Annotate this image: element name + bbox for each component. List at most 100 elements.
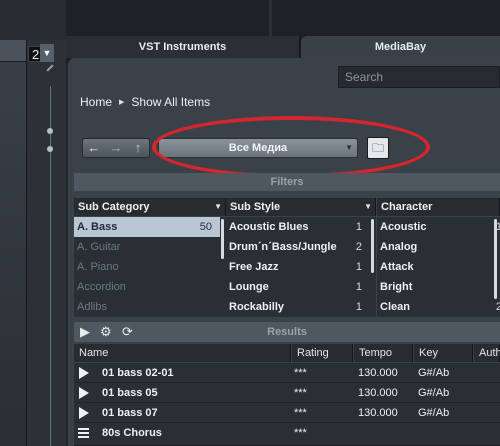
play-icon[interactable] — [79, 407, 89, 419]
item-label: Attack — [380, 261, 414, 273]
marker-dot[interactable] — [47, 128, 53, 134]
list-item[interactable]: A. Piano — [74, 257, 220, 277]
list-item[interactable]: Clean 2 — [377, 297, 500, 317]
chevron-right-icon: ▶ — [119, 99, 125, 106]
item-label: Free Jazz — [229, 261, 279, 273]
result-rating[interactable]: *** — [294, 403, 307, 423]
list-item[interactable]: Acoustic Blues 1 — [226, 217, 370, 237]
item-count: 1 — [355, 261, 362, 273]
column-header-key[interactable]: Key — [414, 344, 473, 362]
result-name: 80s Chorus — [102, 427, 162, 439]
chevron-down-icon[interactable]: ▼ — [40, 44, 54, 62]
list-item[interactable]: Attack — [377, 257, 500, 277]
filter-header-sub-style[interactable]: Sub Style ▼ — [226, 198, 376, 216]
column-header-author[interactable]: Auth — [474, 344, 500, 362]
list-item[interactable]: Analog — [377, 237, 500, 257]
play-icon[interactable] — [79, 367, 89, 379]
list-item[interactable]: A. Bass 50 — [74, 217, 220, 237]
column-divider — [269, 0, 272, 36]
navigation-buttons: ← → ↑ — [82, 138, 150, 158]
table-row[interactable]: 01 bass 07 *** 130.000 G#/Ab — [74, 403, 500, 423]
column-header-name[interactable]: Name — [74, 344, 291, 362]
column-header-label: Sub Style — [230, 201, 281, 213]
results-title: Results — [267, 326, 307, 338]
list-item[interactable]: Free Jazz 1 — [226, 257, 370, 277]
marker-dot[interactable] — [47, 146, 53, 152]
item-label: Rockabilly — [229, 301, 285, 313]
chevron-down-icon[interactable]: ▼ — [214, 198, 222, 216]
item-label: Drum´n´Bass/Jungle — [229, 241, 337, 253]
top-bar — [66, 0, 500, 36]
breadcrumb-home[interactable]: Home — [80, 95, 112, 109]
result-key: G#/Ab — [418, 387, 450, 399]
result-tempo: 130.000 — [358, 387, 398, 399]
item-label: Lounge — [229, 281, 269, 293]
item-count: 2 — [495, 301, 500, 313]
list-item[interactable]: Accordion — [74, 277, 220, 297]
column-header-label: Sub Category — [78, 201, 150, 213]
filter-list-character: Acoustic 1 Analog Attack Bright Clean 2 — [377, 217, 500, 317]
scrollbar-thumb[interactable] — [371, 219, 374, 273]
item-label: Clean — [380, 301, 410, 313]
column-header-label: Character — [381, 201, 433, 213]
list-item[interactable]: Lounge 1 — [226, 277, 370, 297]
list-item[interactable]: Bright — [377, 277, 500, 297]
forward-arrow-icon[interactable]: → — [105, 139, 127, 157]
result-tempo: 130.000 — [358, 407, 398, 419]
list-item[interactable]: Drum´n´Bass/Jungle 2 — [226, 237, 370, 257]
table-row[interactable]: 01 bass 02-01 *** 130.000 G#/Ab — [74, 363, 500, 383]
ruler-column — [26, 40, 66, 446]
result-name: 01 bass 05 — [102, 387, 158, 399]
table-row[interactable]: 80s Chorus *** — [74, 423, 500, 446]
tab-vst-instruments[interactable]: VST Instruments — [66, 36, 300, 58]
result-rating[interactable]: *** — [294, 423, 307, 443]
filter-header-character[interactable]: Character — [377, 198, 500, 216]
column-header-rating[interactable]: Rating — [292, 344, 353, 362]
play-icon[interactable]: ▶ — [80, 324, 90, 340]
result-rating[interactable]: *** — [294, 383, 307, 403]
cursor-line — [50, 86, 51, 446]
gear-icon[interactable]: ⚙ — [100, 324, 112, 340]
item-label: Acoustic — [380, 221, 427, 233]
scrollbar-thumb[interactable] — [221, 219, 224, 259]
chevron-down-icon[interactable]: ▼ — [364, 198, 372, 216]
result-key: G#/Ab — [418, 367, 450, 379]
list-item[interactable]: Acoustic 1 — [377, 217, 500, 237]
item-label: Analog — [380, 241, 418, 253]
table-row[interactable]: 01 bass 05 *** 130.000 G#/Ab — [74, 383, 500, 403]
item-label: A. Bass — [77, 221, 118, 233]
item-count: 50 — [199, 221, 212, 233]
scrollbar-thumb[interactable] — [494, 219, 497, 299]
breadcrumb: Home ▶ Show All Items — [80, 95, 210, 111]
refresh-icon[interactable]: ⟳ — [122, 324, 133, 340]
tab-mediabay[interactable]: MediaBay — [301, 36, 500, 58]
result-tempo: 130.000 — [358, 367, 398, 379]
item-label: A. Guitar — [77, 241, 121, 253]
filter-list-sub-style: Acoustic Blues 1 Drum´n´Bass/Jungle 2 Free… — [226, 217, 370, 317]
back-arrow-icon[interactable]: ← — [83, 139, 105, 157]
highlight-ellipse — [152, 116, 430, 178]
item-count: 1 — [355, 221, 362, 233]
up-arrow-icon[interactable]: ↑ — [127, 139, 149, 157]
list-item[interactable]: A. Guitar — [74, 237, 220, 257]
item-label: Adlibs — [77, 301, 107, 313]
result-rating[interactable]: *** — [294, 363, 307, 383]
column-header-tempo[interactable]: Tempo — [354, 344, 413, 362]
result-key: G#/Ab — [418, 407, 450, 419]
filters-header[interactable]: Filters — [74, 173, 500, 191]
filter-list-sub-category: A. Bass 50 A. Guitar A. Piano Accordion A… — [74, 217, 220, 317]
item-label: Acoustic Blues — [229, 221, 309, 233]
breadcrumb-current[interactable]: Show All Items — [131, 95, 210, 109]
item-label: A. Piano — [77, 261, 119, 273]
filter-header-sub-category[interactable]: Sub Category ▼ — [74, 198, 226, 216]
item-label: Accordion — [77, 281, 126, 293]
item-count: 2 — [355, 241, 362, 253]
search-input[interactable]: Search — [338, 66, 500, 88]
track-strip — [0, 40, 26, 446]
list-item[interactable]: Adlibs — [74, 297, 220, 317]
result-name: 01 bass 02-01 — [102, 367, 174, 379]
list-item[interactable]: Rockabilly 1 — [226, 297, 370, 317]
item-count: 1 — [355, 281, 362, 293]
play-icon[interactable] — [79, 387, 89, 399]
result-name: 01 bass 07 — [102, 407, 158, 419]
